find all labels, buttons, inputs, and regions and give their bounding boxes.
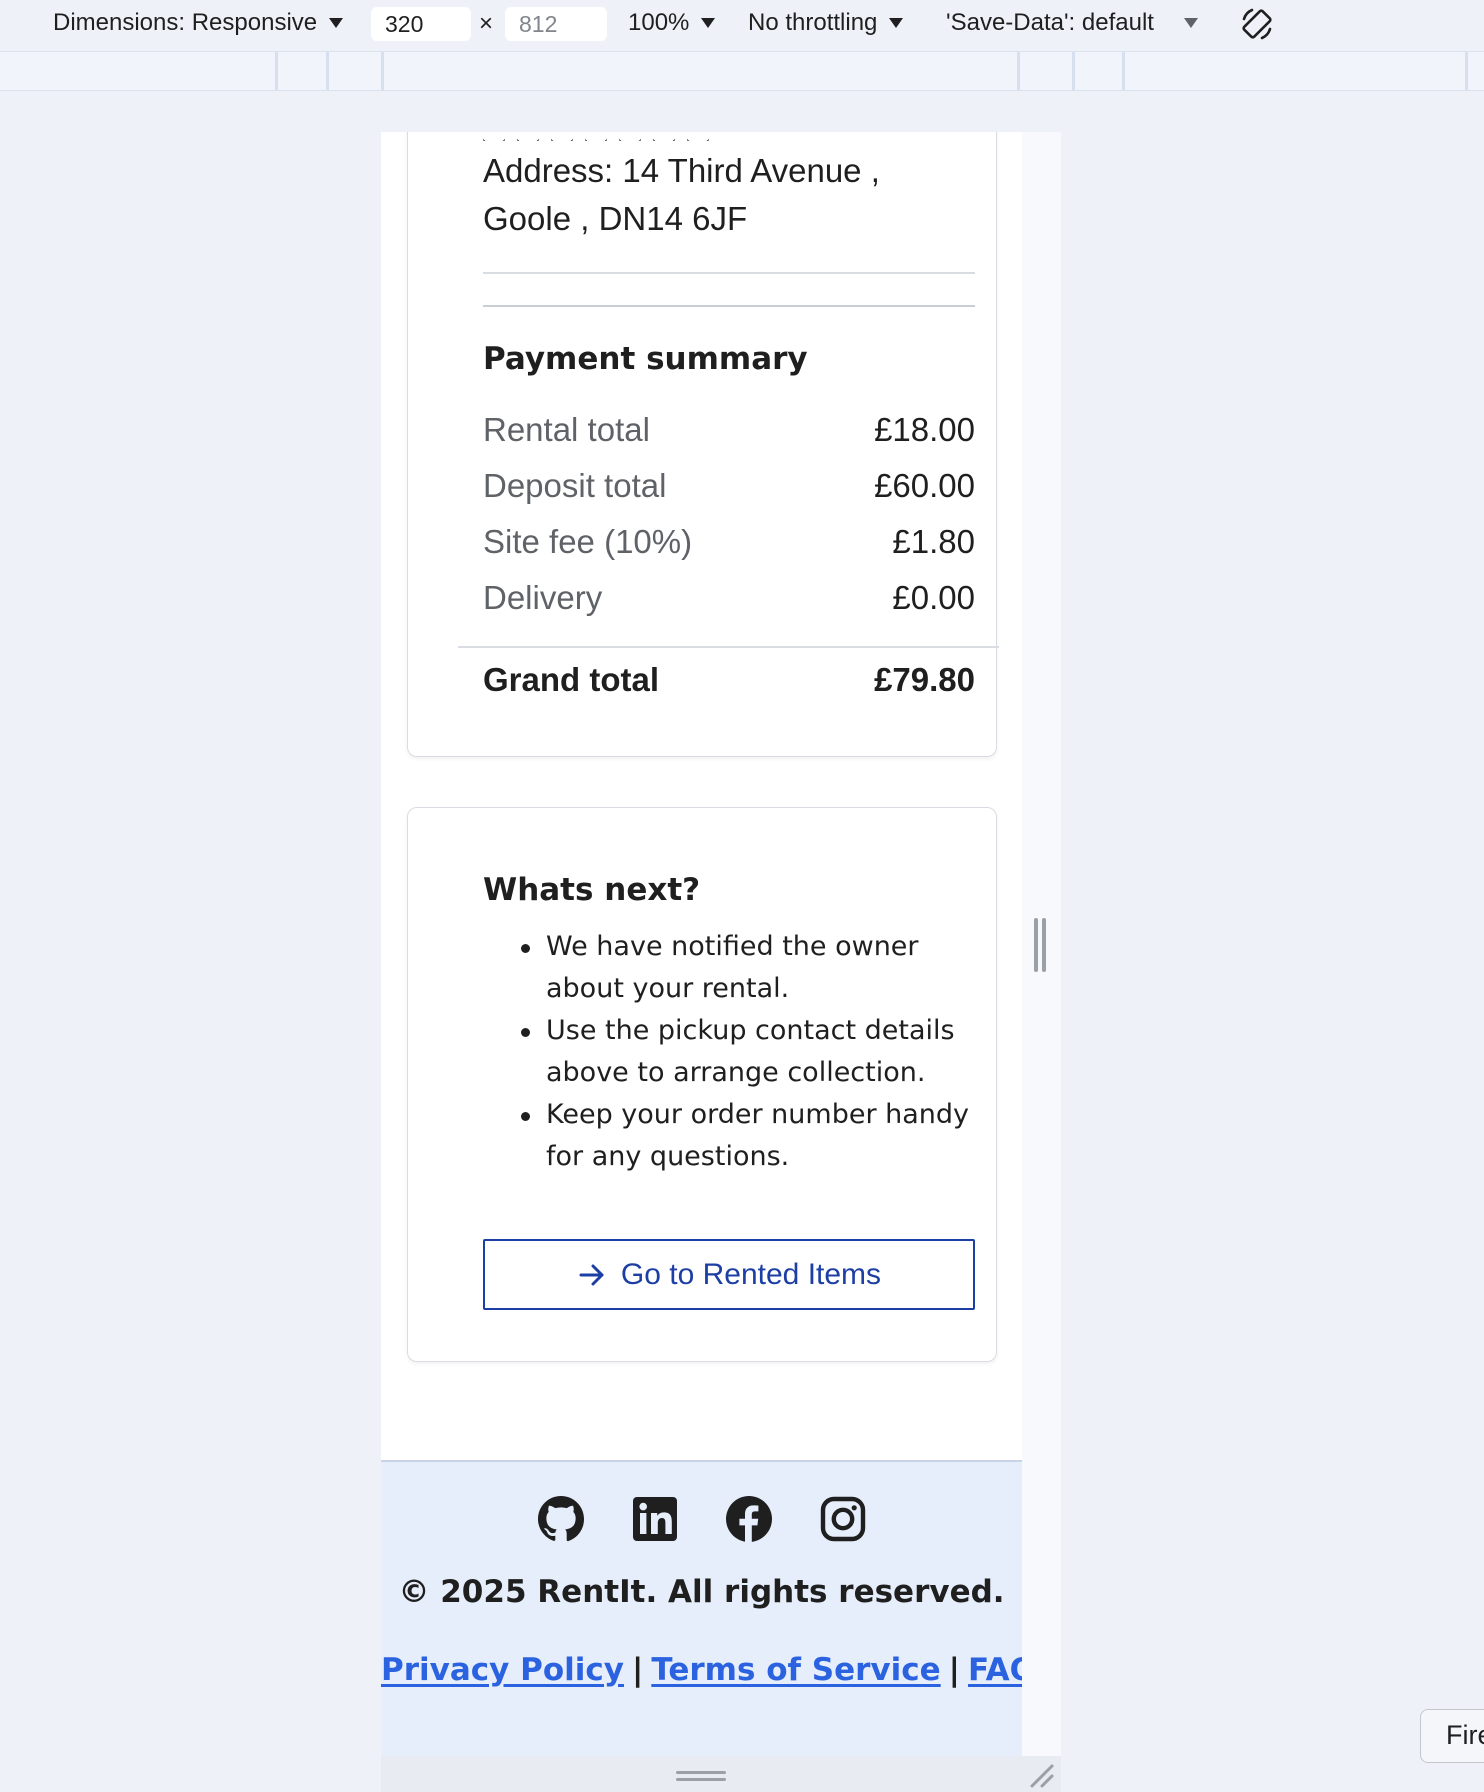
section-divider <box>483 305 975 307</box>
throttling-label: No throttling <box>748 9 878 36</box>
list-item: Use the pickup contact details above to … <box>483 1010 983 1094</box>
arrow-right-icon <box>579 1264 604 1285</box>
whats-next-title: Whats next? <box>483 872 701 908</box>
link-separator: | <box>632 1652 644 1688</box>
throttling-dropdown[interactable]: No throttling <box>748 9 904 37</box>
payment-row-site-fee: Site fee (10%) £1.80 <box>483 520 975 564</box>
zoom-dropdown[interactable]: 100% <box>628 9 716 37</box>
order-summary-card: Address: 14 Third Avenue , Goole , DN14 … <box>407 132 999 757</box>
total-divider <box>458 646 999 648</box>
list-item: Keep your order number handy for any que… <box>483 1094 983 1178</box>
link-separator: | <box>948 1652 960 1688</box>
grip-icon <box>676 1771 726 1781</box>
go-to-rented-items-button[interactable]: Go to Rented Items <box>483 1239 975 1310</box>
payment-row-label: Site fee (10%) <box>483 523 693 560</box>
ruler-marker <box>1017 52 1020 90</box>
footer-links: Privacy Policy|Terms of Service|FAQ <box>381 1652 1022 1688</box>
github-icon[interactable] <box>537 1495 585 1543</box>
chevron-down-icon <box>701 18 716 28</box>
payment-row-label: Deposit total <box>483 467 667 504</box>
times-sign: × <box>479 10 494 37</box>
ruler-marker <box>1072 52 1075 90</box>
chevron-down-icon <box>889 18 904 28</box>
list-item: We have notified the owner about your re… <box>483 926 983 1010</box>
rotate-icon[interactable] <box>1238 5 1276 43</box>
viewport-resize-handle-right[interactable] <box>1033 918 1047 972</box>
clipped-text-line <box>483 132 753 141</box>
height-input[interactable]: 812 <box>505 7 607 41</box>
width-input[interactable]: 320 <box>371 7 471 41</box>
dimensions-dropdown[interactable]: Dimensions: Responsive <box>53 9 344 37</box>
ruler-marker <box>275 52 278 90</box>
payment-row-label: Rental total <box>483 411 650 448</box>
chevron-down-icon <box>1183 18 1198 28</box>
media-query-ruler <box>0 51 1484 91</box>
pickup-address: Address: 14 Third Avenue , Goole , DN14 … <box>483 147 953 243</box>
payment-row-delivery: Delivery £0.00 <box>483 576 975 620</box>
viewport-resize-handle-bottom[interactable] <box>381 1756 1061 1792</box>
ruler-marker <box>326 52 329 90</box>
resize-corner-icon[interactable] <box>1028 1762 1056 1790</box>
payment-row-value: £0.00 <box>892 579 975 616</box>
social-links <box>381 1495 1022 1543</box>
whats-next-card: Whats next? We have notified the owner a… <box>407 807 997 1362</box>
save-data-label: 'Save-Data': default <box>946 9 1154 36</box>
grand-total-label: Grand total <box>483 661 660 698</box>
devtools-device-toolbar: Dimensions: Responsive 320 × 812 100% No… <box>0 0 1484 51</box>
payment-row-deposit: Deposit total £60.00 <box>483 464 975 508</box>
address-line-2: Goole , DN14 6JF <box>483 200 748 237</box>
privacy-policy-link[interactable]: Privacy Policy <box>381 1652 624 1688</box>
instagram-icon[interactable] <box>819 1495 867 1543</box>
linkedin-icon[interactable] <box>631 1495 679 1543</box>
dimensions-label: Dimensions: Responsive <box>53 9 318 36</box>
ruler-marker <box>1465 52 1468 90</box>
whats-next-list: We have notified the owner about your re… <box>483 926 983 1178</box>
payment-summary-title: Payment summary <box>483 341 808 377</box>
payment-row-value: £18.00 <box>874 411 975 448</box>
payment-row-value: £1.80 <box>892 523 975 560</box>
grand-total-row: Grand total £79.80 <box>483 658 975 702</box>
ruler-marker <box>381 52 384 90</box>
payment-row-label: Delivery <box>483 579 603 616</box>
device-viewport: Address: 14 Third Avenue , Goole , DN14 … <box>381 132 1022 1792</box>
payment-row-rental: Rental total £18.00 <box>483 408 975 452</box>
go-to-rented-items-label: Go to Rented Items <box>620 1257 882 1291</box>
payment-row-value: £60.00 <box>874 467 975 504</box>
save-data-dropdown[interactable]: 'Save-Data': default <box>946 9 1198 37</box>
address-line-1: Address: 14 Third Avenue , <box>483 152 880 189</box>
ruler-marker <box>1122 52 1125 90</box>
zoom-label: 100% <box>628 9 690 36</box>
facebook-icon[interactable] <box>725 1495 773 1543</box>
faq-link[interactable]: FAQ <box>968 1652 1022 1688</box>
grand-total-value: £79.80 <box>874 661 975 698</box>
copyright-text: © 2025 RentIt. All rights reserved. <box>398 1574 1005 1610</box>
terms-of-service-link[interactable]: Terms of Service <box>651 1652 940 1688</box>
section-divider <box>483 272 975 274</box>
site-footer: © 2025 RentIt. All rights reserved. Priv… <box>381 1460 1022 1792</box>
side-tab[interactable]: Fire <box>1420 1709 1484 1763</box>
chevron-down-icon <box>329 18 344 28</box>
